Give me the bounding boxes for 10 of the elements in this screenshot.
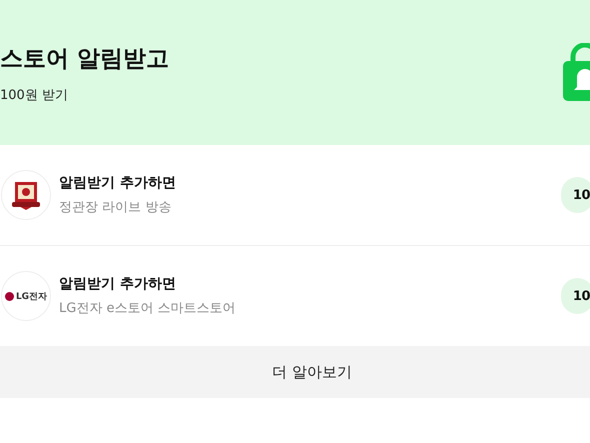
more-button[interactable]: 더 알아보기 xyxy=(0,346,590,398)
store-offer-title: 알림받기 추가하면 xyxy=(59,275,177,293)
reward-button[interactable]: 10 xyxy=(560,278,590,314)
store-offer-title: 알림받기 추가하면 xyxy=(59,174,177,192)
store-name: LG전자 e스토어 스마트스토어 xyxy=(59,300,237,317)
reward-button[interactable]: 10 xyxy=(560,177,590,213)
banner-subtitle: 100원 받기 xyxy=(0,87,69,104)
logo-text: LG전자 xyxy=(16,290,48,302)
store-name: 정관장 라이브 방송 xyxy=(59,199,172,216)
banner-title: 스토어 알림받고 xyxy=(0,45,170,74)
